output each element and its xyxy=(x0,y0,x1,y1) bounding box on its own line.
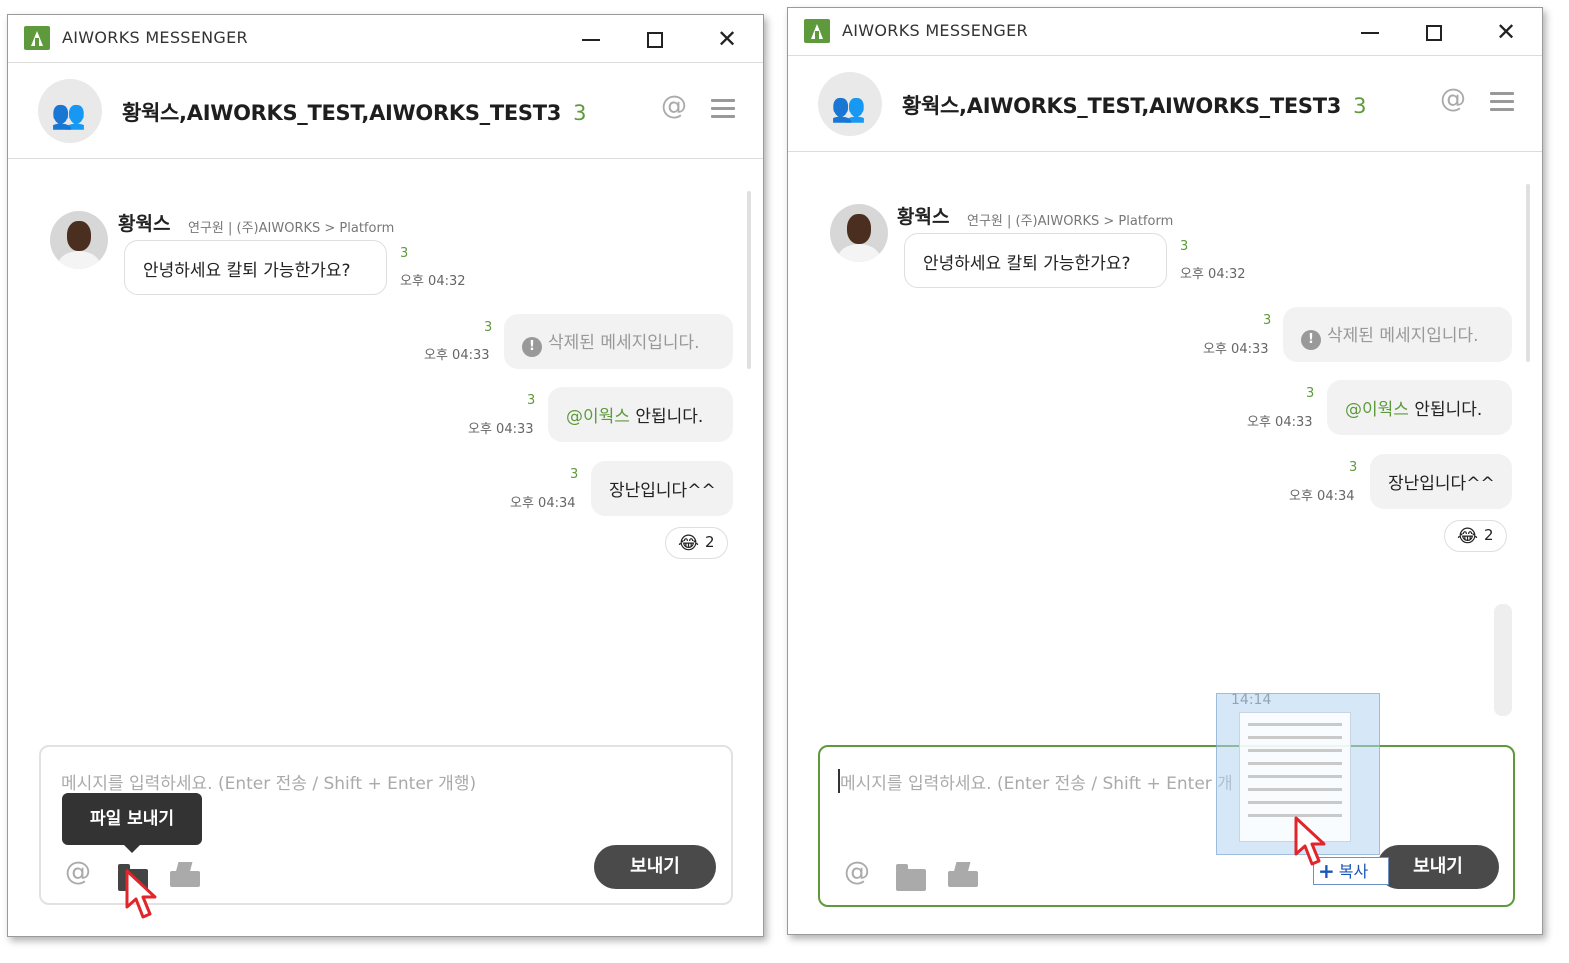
unread-count: 3 xyxy=(1263,313,1272,328)
mention-at-icon[interactable]: @ xyxy=(1440,84,1466,114)
group-avatar[interactable]: 👥 xyxy=(818,72,882,136)
member-count: 3 xyxy=(573,101,587,125)
app-logo-icon xyxy=(24,26,50,50)
chat-scrollbar[interactable] xyxy=(1526,184,1530,362)
room-title: 황웍스,AIWORKS_TEST,AIWORKS_TEST3 3 xyxy=(902,94,1367,118)
unread-count: 3 xyxy=(400,246,409,261)
sender-meta: 연구원 | (주)AIWORKS > Platform xyxy=(967,214,1174,229)
unread-count: 3 xyxy=(1306,386,1315,401)
maximize-button[interactable] xyxy=(1412,12,1456,52)
message-bubble[interactable]: 장난입니다^^ xyxy=(1370,454,1512,509)
menu-icon[interactable] xyxy=(1490,92,1514,116)
close-button[interactable]: ✕ xyxy=(705,19,749,59)
send-button[interactable]: 보내기 xyxy=(1377,845,1499,889)
message-time: 오후 04:33 xyxy=(424,348,490,363)
maximize-icon xyxy=(647,32,663,48)
reaction-badge[interactable]: 😂 2 xyxy=(665,527,728,559)
close-button[interactable]: ✕ xyxy=(1484,12,1528,52)
message-time: 오후 04:32 xyxy=(1180,267,1246,282)
message-bubble[interactable]: @이웍스 안됩니다. xyxy=(1327,380,1512,435)
messenger-window-2: AIWORKS MESSENGER ✕ 👥 황웍스,AIWORKS_TEST,A… xyxy=(787,7,1543,935)
chat-header: 👥 황웍스,AIWORKS_TEST,AIWORKS_TEST3 3 @ xyxy=(8,63,763,159)
alert-icon: ! xyxy=(1301,330,1321,350)
mention-link[interactable]: @이웍스 xyxy=(1345,400,1409,420)
chat-header: 👥 황웍스,AIWORKS_TEST,AIWORKS_TEST3 3 @ xyxy=(788,56,1542,152)
deleted-message-bubble[interactable]: ! 삭제된 메세지입니다. xyxy=(504,314,733,369)
unread-count: 3 xyxy=(527,393,536,408)
mouse-pointer-icon xyxy=(1294,816,1326,866)
message-composer[interactable]: 메시지를 입력하세요. (Enter 전송 / Shift + Enter 개 … xyxy=(818,745,1515,907)
close-icon: ✕ xyxy=(716,25,738,53)
drag-preview-time: 14:14 xyxy=(1231,692,1272,708)
alert-icon: ! xyxy=(522,337,542,357)
message-bubble[interactable]: 안녕하세요 칼퇴 가능한가요? xyxy=(904,233,1167,288)
at-icon[interactable]: @ xyxy=(844,857,870,887)
message-input[interactable]: 메시지를 입력하세요. (Enter 전송 / Shift + Enter 개행… xyxy=(61,769,476,794)
app-title: AIWORKS MESSENGER xyxy=(842,21,1028,40)
app-logo-icon xyxy=(804,19,830,43)
unread-count: 3 xyxy=(484,320,493,335)
menu-icon[interactable] xyxy=(711,99,735,123)
title-bar[interactable]: AIWORKS MESSENGER ✕ xyxy=(8,15,763,63)
unread-count: 3 xyxy=(570,467,579,482)
chat-scrollbar[interactable] xyxy=(747,191,751,369)
message-input[interactable]: 메시지를 입력하세요. (Enter 전송 / Shift + Enter 개 xyxy=(840,769,1233,794)
group-avatar[interactable]: 👥 xyxy=(38,79,102,143)
chat-scrollbar-lower[interactable] xyxy=(1494,604,1512,716)
mention-link[interactable]: @이웍스 xyxy=(566,407,630,427)
sender-meta: 연구원 | (주)AIWORKS > Platform xyxy=(188,221,395,236)
close-icon: ✕ xyxy=(1495,18,1517,46)
minimize-button[interactable] xyxy=(1348,12,1392,52)
sender-name: 황웍스 xyxy=(897,206,950,228)
app-title: AIWORKS MESSENGER xyxy=(62,28,248,47)
at-icon[interactable]: @ xyxy=(65,857,91,887)
tray-upload-icon[interactable] xyxy=(948,871,978,887)
maximize-button[interactable] xyxy=(633,19,677,59)
title-bar[interactable]: AIWORKS MESSENGER ✕ xyxy=(788,8,1542,56)
room-title: 황웍스,AIWORKS_TEST,AIWORKS_TEST3 3 xyxy=(122,101,587,125)
send-button[interactable]: 보내기 xyxy=(594,845,716,889)
mention-at-icon[interactable]: @ xyxy=(661,91,687,121)
message-bubble[interactable]: 안녕하세요 칼퇴 가능한가요? xyxy=(124,240,387,295)
reaction-badge[interactable]: 😂 2 xyxy=(1444,520,1507,552)
avatar[interactable] xyxy=(830,204,888,262)
member-count: 3 xyxy=(1353,94,1367,118)
minimize-button[interactable] xyxy=(569,19,613,59)
file-send-tooltip: 파일 보내기 xyxy=(62,793,202,853)
tray-upload-icon[interactable] xyxy=(170,871,200,887)
folder-icon[interactable] xyxy=(896,864,926,891)
minimize-icon xyxy=(582,39,600,41)
maximize-icon xyxy=(1426,25,1442,41)
unread-count: 3 xyxy=(1349,460,1358,475)
sender-name: 황웍스 xyxy=(118,213,171,235)
message-time: 오후 04:33 xyxy=(468,422,534,437)
message-time: 오후 04:33 xyxy=(1247,415,1313,430)
message-bubble[interactable]: @이웍스 안됩니다. xyxy=(548,387,733,442)
message-bubble[interactable]: 장난입니다^^ xyxy=(591,461,733,516)
message-time: 오후 04:33 xyxy=(1203,342,1269,357)
unread-count: 3 xyxy=(1180,239,1189,254)
minimize-icon xyxy=(1361,32,1379,34)
message-time: 오후 04:32 xyxy=(400,274,466,289)
messenger-window-1: AIWORKS MESSENGER ✕ 👥 황웍스,AIWORKS_TEST,A… xyxy=(7,14,764,937)
avatar[interactable] xyxy=(50,211,108,269)
message-time: 오후 04:34 xyxy=(510,496,576,511)
group-icon: 👥 xyxy=(831,91,866,124)
group-icon: 👥 xyxy=(51,98,86,131)
deleted-message-bubble[interactable]: ! 삭제된 메세지입니다. xyxy=(1283,307,1512,362)
mouse-pointer-icon xyxy=(125,869,157,919)
message-time: 오후 04:34 xyxy=(1289,489,1355,504)
